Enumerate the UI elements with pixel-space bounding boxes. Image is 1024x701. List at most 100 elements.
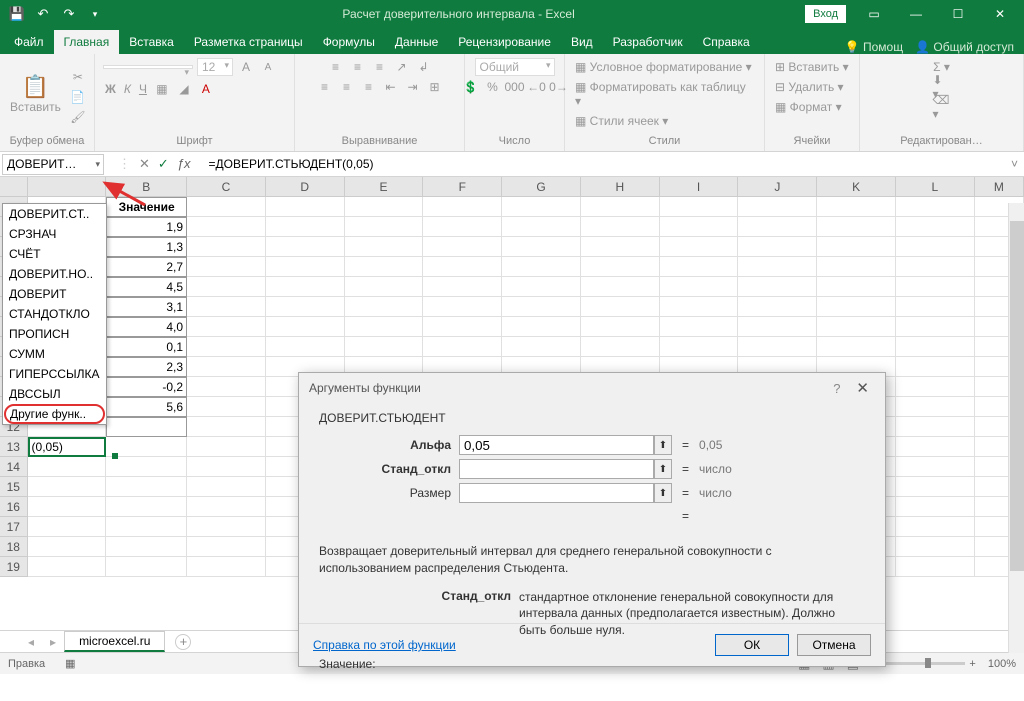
align-center-icon[interactable]: ≡: [338, 78, 356, 96]
cell[interactable]: [187, 297, 266, 317]
cell[interactable]: [896, 257, 975, 277]
cell[interactable]: [187, 237, 266, 257]
underline-button[interactable]: Ч: [137, 80, 149, 98]
tab-pagelayout[interactable]: Разметка страницы: [184, 30, 313, 54]
cell[interactable]: [345, 217, 424, 237]
cell[interactable]: 5,6: [106, 397, 187, 417]
row-header[interactable]: 17: [0, 517, 28, 537]
cell[interactable]: [266, 257, 345, 277]
cancel-formula-icon[interactable]: ✕: [139, 156, 150, 172]
cell[interactable]: [187, 477, 266, 497]
redo-icon[interactable]: ↷: [58, 3, 80, 25]
cell[interactable]: [28, 497, 107, 517]
cell[interactable]: [738, 257, 817, 277]
cell[interactable]: [187, 537, 266, 557]
cell[interactable]: [502, 277, 581, 297]
dropdown-item[interactable]: ДОВЕРИТ: [3, 284, 106, 304]
sheet-nav-next[interactable]: ▸: [42, 635, 64, 649]
percent-icon[interactable]: %: [484, 78, 502, 96]
cell[interactable]: [423, 217, 502, 237]
cell[interactable]: [502, 297, 581, 317]
dropdown-item[interactable]: СЧЁТ: [3, 244, 106, 264]
cell[interactable]: [28, 517, 107, 537]
arg-input[interactable]: [459, 435, 654, 455]
cell[interactable]: [502, 257, 581, 277]
col-H[interactable]: H: [581, 177, 660, 196]
fx-icon[interactable]: ƒx: [177, 156, 191, 172]
cell[interactable]: 2,7: [106, 257, 187, 277]
cell[interactable]: [896, 377, 975, 397]
formula-input[interactable]: =ДОВЕРИТ.СТЬЮДЕНТ(0,05): [203, 157, 1024, 171]
cell[interactable]: [502, 197, 581, 217]
col-L[interactable]: L: [896, 177, 975, 196]
cell[interactable]: [28, 537, 107, 557]
cell[interactable]: 1,3: [106, 237, 187, 257]
wrap-icon[interactable]: ↲: [415, 58, 433, 76]
arg-input[interactable]: [459, 483, 654, 503]
cell[interactable]: [423, 277, 502, 297]
cell[interactable]: [106, 497, 187, 517]
cell[interactable]: [502, 337, 581, 357]
cell[interactable]: [581, 277, 660, 297]
qat-dropdown-icon[interactable]: ▾: [84, 3, 106, 25]
cell[interactable]: [266, 237, 345, 257]
cell[interactable]: [896, 317, 975, 337]
close-icon[interactable]: ✕: [980, 1, 1020, 27]
row-header[interactable]: 18: [0, 537, 28, 557]
cell[interactable]: [738, 217, 817, 237]
cell[interactable]: [187, 357, 266, 377]
cell[interactable]: [106, 557, 187, 577]
align-top-icon[interactable]: ≡: [327, 58, 345, 76]
cut-icon[interactable]: ✂: [69, 68, 87, 86]
col-I[interactable]: I: [660, 177, 739, 196]
cell[interactable]: [106, 437, 187, 457]
cell[interactable]: [106, 517, 187, 537]
login-button[interactable]: Вход: [805, 5, 846, 23]
zoom-in-icon[interactable]: +: [969, 658, 975, 670]
cell[interactable]: [660, 317, 739, 337]
cell[interactable]: [581, 257, 660, 277]
cell[interactable]: [345, 317, 424, 337]
cell[interactable]: [187, 457, 266, 477]
dropdown-item[interactable]: Другие функ..: [4, 404, 105, 424]
cell[interactable]: 3,1: [106, 297, 187, 317]
delete-cells-button[interactable]: ⊟ Удалить ▾: [773, 78, 846, 96]
clear-icon[interactable]: ⌫ ▾: [933, 98, 951, 116]
cell[interactable]: [738, 277, 817, 297]
range-selector-icon[interactable]: ⬆: [654, 435, 672, 455]
col-E[interactable]: E: [345, 177, 424, 196]
save-icon[interactable]: 💾: [6, 3, 28, 25]
cell[interactable]: [817, 277, 896, 297]
col-G[interactable]: G: [502, 177, 581, 196]
cell[interactable]: [345, 197, 424, 217]
cell[interactable]: [896, 417, 975, 437]
decimal-inc-icon[interactable]: ←0: [528, 78, 546, 96]
cell[interactable]: [423, 237, 502, 257]
formatpainter-icon[interactable]: 🖌: [69, 108, 87, 126]
zoom-level[interactable]: 100%: [988, 658, 1016, 670]
cell[interactable]: 4,5: [106, 277, 187, 297]
add-sheet-button[interactable]: +: [175, 634, 191, 650]
cell[interactable]: [266, 277, 345, 297]
indent-dec-icon[interactable]: ⇤: [382, 78, 400, 96]
cell[interactable]: [423, 297, 502, 317]
cell[interactable]: [581, 237, 660, 257]
cell[interactable]: [187, 417, 266, 437]
cell[interactable]: [817, 337, 896, 357]
minimize-icon[interactable]: —: [896, 1, 936, 27]
cell[interactable]: [817, 317, 896, 337]
tab-developer[interactable]: Разработчик: [603, 30, 693, 54]
currency-icon[interactable]: 💲: [462, 78, 480, 96]
cell[interactable]: [106, 537, 187, 557]
tell-me[interactable]: 💡 Помощ: [845, 40, 903, 54]
cell[interactable]: [266, 337, 345, 357]
cell-styles-button[interactable]: ▦ Стили ячеек ▾: [573, 112, 670, 130]
cell[interactable]: [502, 237, 581, 257]
cell[interactable]: [738, 197, 817, 217]
grow-font-icon[interactable]: A: [237, 58, 255, 76]
cell[interactable]: [345, 297, 424, 317]
name-box[interactable]: ДОВЕРИТ…: [2, 154, 104, 175]
cell[interactable]: [738, 297, 817, 317]
cell[interactable]: [581, 217, 660, 237]
cell[interactable]: [266, 317, 345, 337]
